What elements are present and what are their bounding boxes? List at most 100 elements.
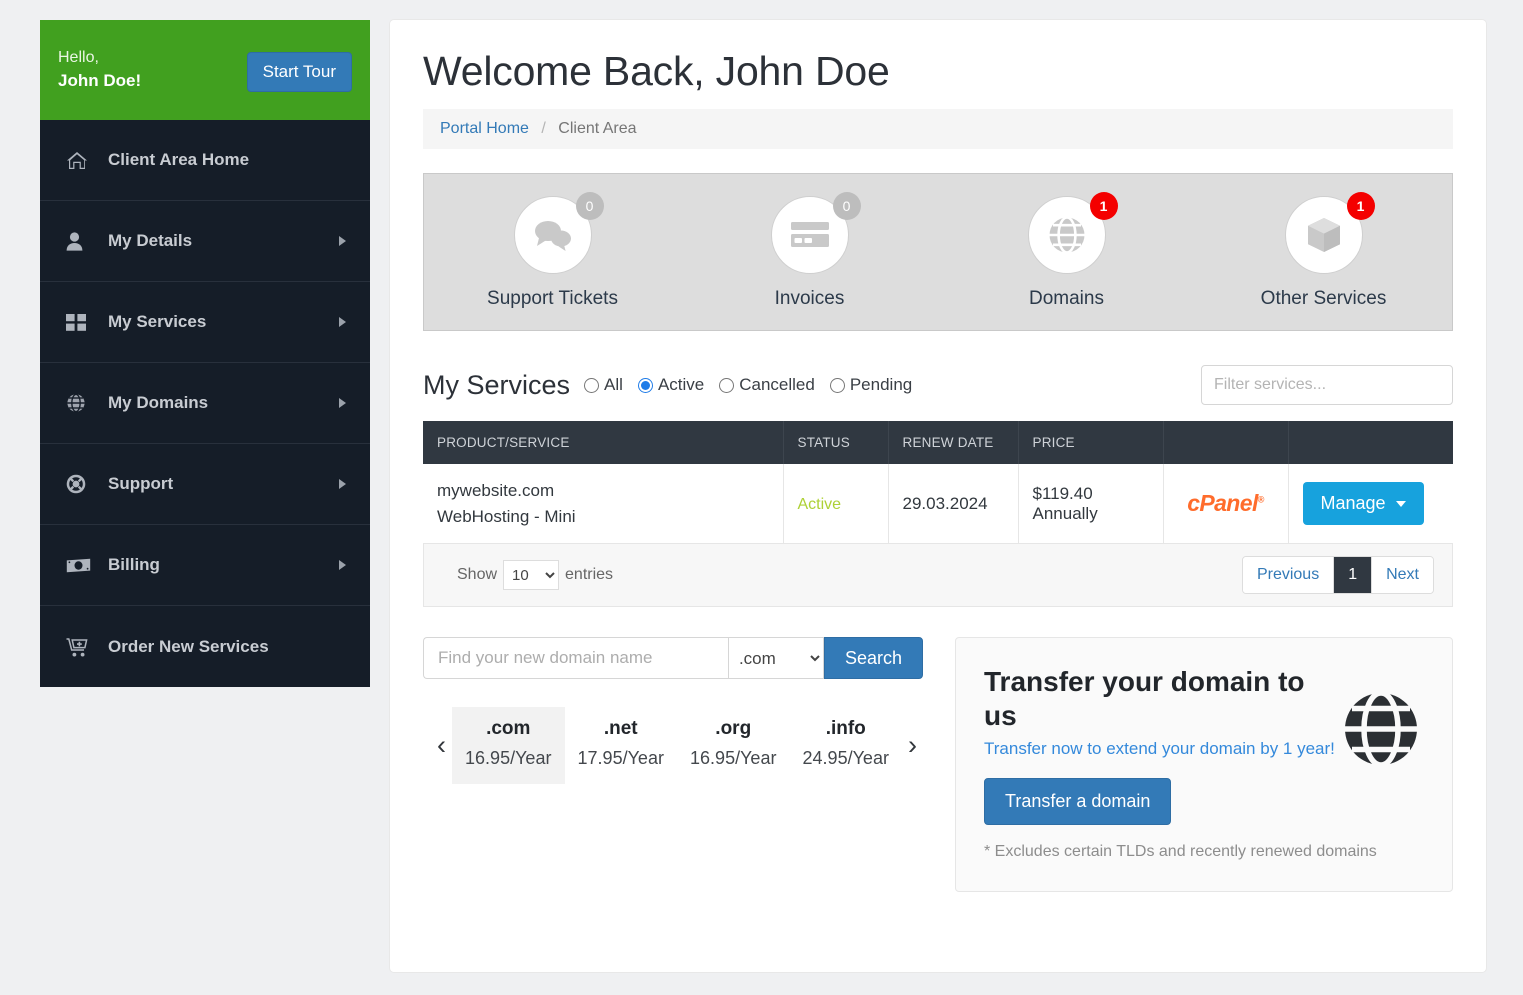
carousel-next-arrow[interactable]: ›: [902, 732, 923, 759]
table-row[interactable]: mywebsite.com WebHosting - Mini Active 2…: [423, 464, 1453, 544]
col-status[interactable]: STATUS: [783, 421, 889, 464]
tld-price-item[interactable]: .com 16.95/Year: [452, 707, 565, 784]
breadcrumb-current: Client Area: [558, 120, 637, 137]
col-renew-date[interactable]: RENEW DATE: [888, 421, 1019, 464]
chevron-down-icon: [1395, 500, 1406, 507]
status-badge: Active: [797, 495, 842, 513]
col-actions: [1288, 421, 1453, 464]
manage-button[interactable]: Manage: [1302, 482, 1424, 525]
stat-invoices[interactable]: 0 Invoices: [681, 192, 938, 310]
tld-price: 16.95/Year: [465, 748, 552, 768]
stat-icon-wrap: 0: [513, 192, 604, 274]
tld-price-item[interactable]: .net 17.95/Year: [565, 707, 678, 784]
cell-renew-date: 29.03.2024: [888, 464, 1019, 544]
service-domain: mywebsite.com: [437, 481, 555, 500]
cpanel-registered-mark: ®: [1257, 494, 1265, 505]
carousel-prev-arrow[interactable]: ‹: [431, 732, 452, 759]
sidebar-item-order-new-services[interactable]: Order New Services: [40, 606, 370, 687]
service-billing-cycle: Annually: [1032, 503, 1098, 523]
show-entries-label: Show: [457, 566, 498, 583]
entries-label: entries: [565, 566, 614, 583]
page-size-select[interactable]: 10 25 50 100: [503, 560, 560, 590]
pagination: Previous 1 Next: [1241, 556, 1434, 594]
stat-label: Domains: [1029, 288, 1104, 309]
domain-search-section: .com .net .org .info Search ‹ .com 16.95…: [423, 637, 923, 892]
col-price[interactable]: PRICE: [1018, 421, 1164, 464]
service-product: WebHosting - Mini: [437, 506, 576, 526]
domain-search-button[interactable]: Search: [823, 637, 923, 679]
stat-other-services[interactable]: 1 Other Services: [1195, 192, 1452, 310]
sidebar-item-my-services[interactable]: My Services: [40, 282, 370, 363]
cell-actions: Manage: [1288, 464, 1453, 544]
cell-panel-logo: cPanel®: [1163, 464, 1289, 544]
sidebar-item-billing[interactable]: Billing: [40, 525, 370, 606]
tld-select[interactable]: .com .net .org .info: [727, 637, 824, 679]
pagination-page-1[interactable]: 1: [1334, 557, 1373, 593]
tld-name: .com: [486, 718, 531, 739]
filter-radio-pending-input[interactable]: [829, 377, 845, 393]
page-title: Welcome Back, John Doe: [423, 48, 890, 94]
transfer-domain-panel: Transfer your domain to us Transfer now …: [955, 637, 1453, 893]
services-header: My Services All Active Cancelled Pending: [423, 365, 1453, 405]
pagination-next[interactable]: Next: [1372, 557, 1433, 593]
filter-radio-all-input[interactable]: [584, 377, 600, 393]
sidebar-item-support[interactable]: Support: [40, 444, 370, 525]
globe-icon: [1342, 690, 1420, 773]
services-table: PRODUCT/SERVICE STATUS RENEW DATE PRICE …: [423, 421, 1453, 544]
table-footer: Show 10 25 50 100 entries Previous 1 Nex…: [423, 544, 1453, 607]
stat-label: Support Tickets: [487, 288, 618, 309]
tld-price: 24.95/Year: [802, 748, 889, 768]
start-tour-button[interactable]: Start Tour: [246, 52, 352, 92]
stat-support-tickets[interactable]: 0 Support Tickets: [424, 192, 681, 310]
tld-price: 16.95/Year: [690, 748, 777, 768]
stat-domains[interactable]: 1 Domains: [938, 192, 1195, 310]
tld-price-item[interactable]: .info 24.95/Year: [790, 707, 903, 784]
cpanel-logo-text: cPanel: [1187, 490, 1258, 516]
filter-radio-active[interactable]: Active: [637, 375, 704, 395]
chevron-right-icon: [339, 479, 346, 489]
cell-product: mywebsite.com WebHosting - Mini: [423, 464, 784, 544]
sidebar-item-client-area-home[interactable]: Client Area Home: [40, 120, 370, 201]
transfer-domain-button[interactable]: Transfer a domain: [984, 778, 1172, 826]
breadcrumb-portal-home[interactable]: Portal Home: [440, 120, 529, 137]
money-icon: [66, 558, 96, 573]
grid-icon: [66, 313, 96, 332]
bottom-section: .com .net .org .info Search ‹ .com 16.95…: [423, 637, 1453, 893]
table-header-row: PRODUCT/SERVICE STATUS RENEW DATE PRICE: [423, 421, 1453, 464]
stat-badge: 1: [1346, 192, 1375, 220]
service-price: $119.40: [1032, 483, 1093, 503]
filter-radio-all[interactable]: All: [584, 375, 623, 395]
sidebar-item-my-details[interactable]: My Details: [40, 201, 370, 282]
tld-price-item[interactable]: .org 16.95/Year: [677, 707, 790, 784]
services-heading: My Services: [423, 369, 571, 400]
filter-radio-cancelled-input[interactable]: [719, 377, 735, 393]
tld-price-list: .com 16.95/Year .net 17.95/Year .org 16.…: [452, 707, 902, 784]
domain-name-input[interactable]: [423, 637, 728, 679]
sidebar-item-my-domains[interactable]: My Domains: [40, 363, 370, 444]
col-product-service[interactable]: PRODUCT/SERVICE: [423, 421, 784, 464]
stat-icon-wrap: 0: [770, 192, 861, 274]
chevron-right-icon: [339, 398, 346, 408]
user-icon: [66, 231, 96, 251]
tld-name: .org: [715, 718, 752, 739]
transfer-title: Transfer your domain to us: [984, 666, 1305, 732]
main-content: Welcome Back, John Doe Portal Home / Cli…: [390, 20, 1486, 972]
col-panel: [1163, 421, 1289, 464]
lifering-icon: [66, 474, 96, 494]
sidebar-item-label: Order New Services: [108, 636, 269, 656]
pagination-previous[interactable]: Previous: [1242, 557, 1335, 593]
sidebar-item-label: My Domains: [108, 393, 209, 412]
filter-radio-pending[interactable]: Pending: [829, 375, 912, 395]
filter-radio-active-input[interactable]: [637, 377, 653, 393]
sidebar-item-label: My Services: [108, 312, 207, 331]
cell-price: $119.40 Annually: [1018, 464, 1164, 544]
stat-label: Other Services: [1260, 288, 1387, 309]
cart-plus-icon: [66, 637, 96, 657]
filter-services-input[interactable]: [1201, 365, 1453, 405]
filter-radio-cancelled[interactable]: Cancelled: [719, 375, 815, 395]
stat-badge: 0: [575, 192, 604, 220]
home-icon: [66, 151, 96, 170]
stat-icon-wrap: 1: [1027, 192, 1118, 274]
services-table-head: PRODUCT/SERVICE STATUS RENEW DATE PRICE: [423, 421, 1453, 464]
sidebar-item-label: Client Area Home: [108, 150, 250, 169]
